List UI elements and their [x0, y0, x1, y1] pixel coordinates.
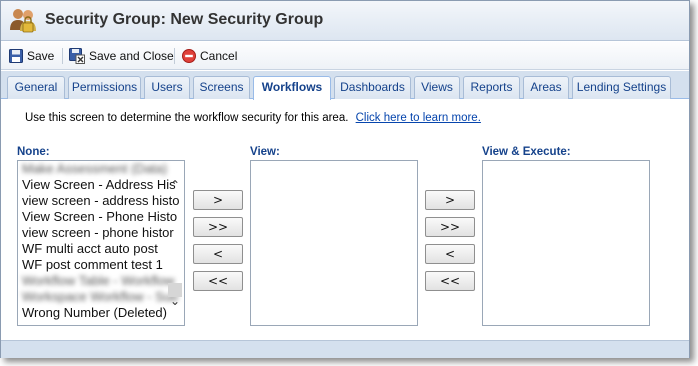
cancel-icon	[182, 49, 196, 63]
list-item[interactable]: Workflow Table - Workflow	[18, 273, 184, 289]
remove-all-button[interactable]: <<	[425, 271, 475, 291]
toolbar-separator	[62, 48, 63, 64]
tab-permissions[interactable]: Permissions	[68, 76, 141, 99]
info-line: Use this screen to determine the workflo…	[25, 112, 481, 124]
page-title: Security Group: New Security Group	[45, 11, 324, 28]
tab-users[interactable]: Users	[144, 76, 190, 99]
list-item[interactable]: View Screen - Address His	[18, 177, 184, 193]
list-item[interactable]: WF post comment test 1	[18, 257, 184, 273]
tab-reports[interactable]: Reports	[463, 76, 520, 99]
remove-all-button[interactable]: <<	[193, 271, 243, 291]
remove-button[interactable]: <	[425, 244, 475, 264]
add-button[interactable]: >	[425, 190, 475, 210]
toolbar: Save Save and Close Cancel	[1, 42, 689, 70]
view-execute-list-label: View & Execute:	[482, 146, 571, 158]
scroll-up-icon[interactable]: ⌃	[169, 179, 181, 191]
list-item[interactable]: WF multi acct auto post	[18, 241, 184, 257]
save-button[interactable]: Save	[9, 47, 54, 65]
tab-views[interactable]: Views	[414, 76, 460, 99]
list-item[interactable]: Wrong Number (Deleted)	[18, 305, 184, 321]
cancel-button[interactable]: Cancel	[182, 47, 237, 65]
tab-dashboards[interactable]: Dashboards	[334, 76, 411, 99]
tab-lending-settings[interactable]: Lending Settings	[572, 76, 671, 99]
security-group-window: Security Group: New Security Group Save …	[0, 0, 690, 358]
security-group-users-icon	[10, 9, 36, 33]
list-item[interactable]: Workspace Workflow - Sub	[18, 289, 184, 305]
tab-general[interactable]: General	[7, 76, 65, 99]
none-listbox[interactable]: Make Assessment (Data) View Screen - Add…	[17, 160, 185, 326]
title-bar: Security Group: New Security Group	[1, 1, 689, 41]
save-and-close-button[interactable]: Save and Close	[69, 47, 174, 65]
list-item[interactable]: view screen - phone histor	[18, 225, 184, 241]
save-and-close-icon	[69, 48, 85, 64]
add-all-button[interactable]: >>	[193, 217, 243, 237]
tab-areas[interactable]: Areas	[523, 76, 569, 99]
info-text: Use this screen to determine the workflo…	[25, 112, 349, 124]
save-and-close-label: Save and Close	[89, 49, 174, 63]
none-list-label: None:	[17, 146, 50, 158]
view-list-label: View:	[250, 146, 280, 158]
add-all-button[interactable]: >>	[425, 217, 475, 237]
list-item[interactable]: View Screen - Phone Histo	[18, 209, 184, 225]
list-item[interactable]: Make Assessment (Data)	[18, 161, 184, 177]
window-footer	[1, 340, 689, 358]
floppy-disk-icon	[9, 49, 23, 63]
workflows-panel: Use this screen to determine the workflo…	[1, 100, 689, 340]
view-listbox[interactable]	[250, 160, 418, 326]
tab-screens[interactable]: Screens	[193, 76, 250, 99]
list-item[interactable]: view screen - address histo	[18, 193, 184, 209]
scroll-down-icon[interactable]: ⌄	[169, 295, 181, 307]
add-button[interactable]: >	[193, 190, 243, 210]
tab-bar: General Permissions Users Screens Workfl…	[1, 71, 689, 100]
tab-workflows[interactable]: Workflows	[253, 76, 331, 100]
remove-button[interactable]: <	[193, 244, 243, 264]
learn-more-link[interactable]: Click here to learn more.	[356, 112, 481, 124]
save-label: Save	[27, 49, 55, 63]
toolbar-separator	[174, 48, 175, 64]
view-execute-listbox[interactable]	[482, 160, 650, 326]
cancel-label: Cancel	[200, 49, 238, 63]
